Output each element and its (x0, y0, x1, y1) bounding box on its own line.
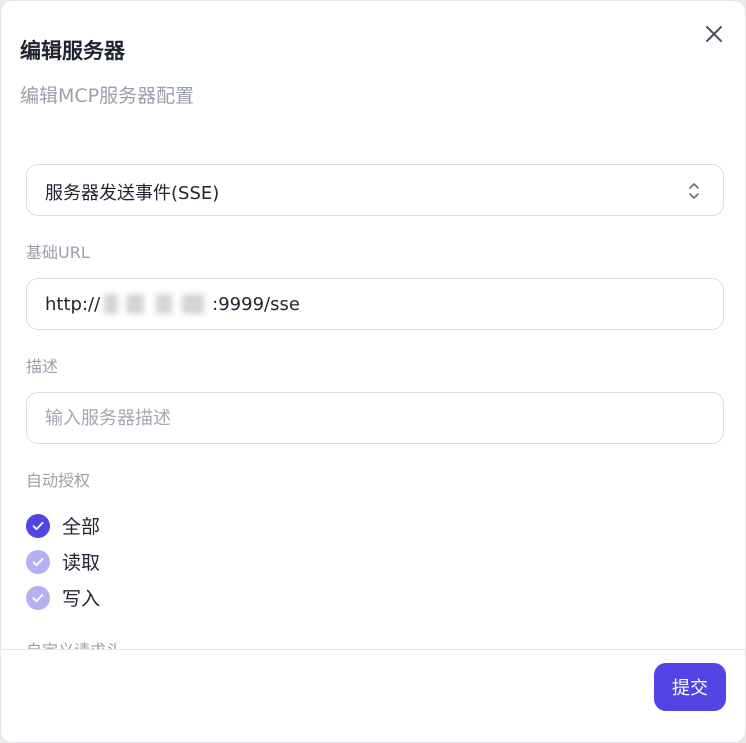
auto-auth-option-read[interactable]: 读取 (26, 548, 100, 575)
base-url-suffix: :9999/sse (212, 293, 300, 315)
check-icon (32, 521, 44, 530)
checkbox-checked-disabled[interactable] (26, 549, 50, 574)
auto-auth-label: 自动授权 (26, 471, 91, 490)
description-label: 描述 (26, 357, 59, 376)
auto-auth-option-label: 读取 (62, 552, 101, 574)
base-url-prefix: http:// (45, 293, 101, 315)
transport-selected-value: 服务器发送事件(SSE) (45, 183, 220, 204)
base-url-label: 基础URL (26, 243, 90, 262)
dialog-title: 编辑服务器 (20, 39, 125, 63)
edit-server-dialog: 编辑服务器 编辑MCP服务器配置 服务器发送事件(SSE) 基础URL http… (0, 0, 746, 743)
check-icon (32, 593, 44, 602)
dialog-subtitle: 编辑MCP服务器配置 (20, 85, 195, 107)
custom-headers-label: 自定义请求头 (26, 637, 122, 649)
checkbox-checked[interactable] (26, 513, 50, 538)
auto-auth-option-write[interactable]: 写入 (26, 584, 100, 611)
check-icon (32, 557, 44, 566)
auto-auth-option-label: 全部 (62, 516, 101, 538)
dialog-footer: 提交 (1, 649, 745, 742)
description-input[interactable] (26, 392, 724, 444)
close-icon (706, 26, 722, 42)
close-button[interactable] (702, 22, 726, 46)
redacted-host (100, 294, 212, 314)
submit-button[interactable]: 提交 (654, 663, 726, 711)
checkbox-checked-disabled[interactable] (26, 585, 50, 610)
chevron-up-down-icon (689, 183, 699, 199)
base-url-field-wrap: http:// :9999/sse (26, 278, 724, 330)
auto-auth-option-label: 写入 (62, 588, 101, 610)
base-url-input[interactable]: http:// :9999/sse (26, 278, 724, 330)
auto-auth-option-all[interactable]: 全部 (26, 512, 100, 539)
transport-select[interactable]: 服务器发送事件(SSE) (26, 164, 724, 216)
form-scroll-area[interactable]: 服务器发送事件(SSE) 基础URL http:// :9999/sse 描述 … (1, 141, 745, 649)
